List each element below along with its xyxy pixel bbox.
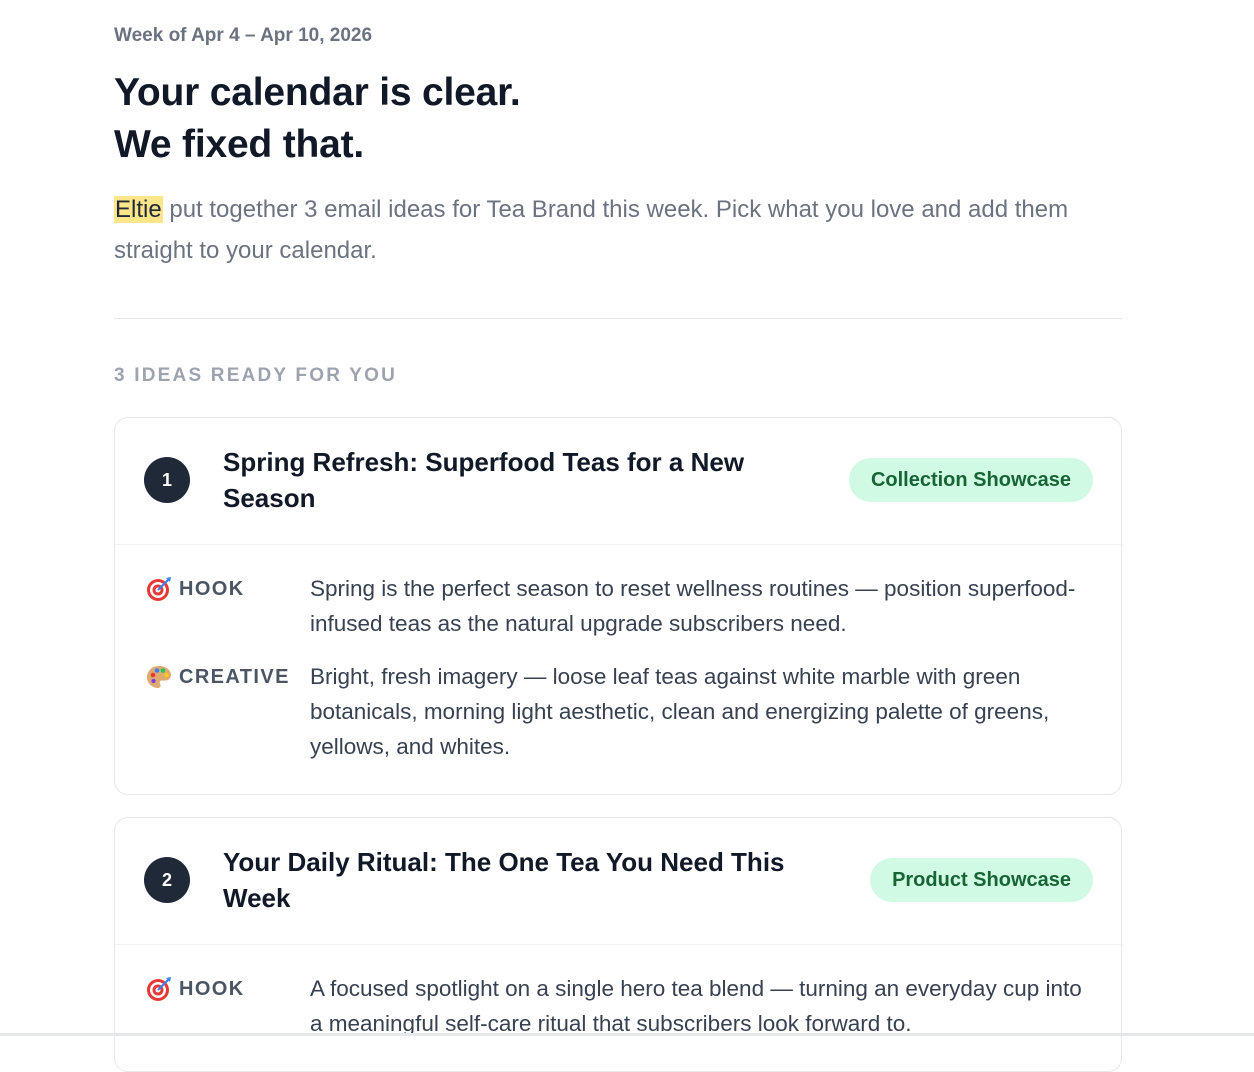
hook-text: Spring is the perfect season to reset we… (310, 576, 1076, 636)
week-range: Week of Apr 4 – Apr 10, 2026 (114, 25, 373, 46)
hook-text: A focused spotlight on a single hero tea… (310, 976, 1082, 1036)
idea-card-body: HOOK A focused spotlight on a single her… (115, 945, 1121, 1071)
idea-title: Spring Refresh: Superfood Teas for a New… (223, 447, 745, 513)
section-label: 3 IDEAS READY FOR YOU (114, 365, 398, 386)
hook-row: HOOK A focused spotlight on a single her… (144, 971, 1093, 1041)
brand-name-highlight: Eltie (114, 196, 163, 223)
target-icon (144, 574, 174, 604)
divider (114, 318, 1122, 319)
idea-title: Your Daily Ritual: The One Tea You Need … (223, 847, 785, 913)
creative-text: Bright, fresh imagery — loose leaf teas … (310, 664, 1050, 759)
hook-label: HOOK (144, 974, 310, 1004)
idea-number-badge: 2 (144, 857, 190, 903)
hook-label-text: HOOK (179, 577, 245, 600)
page-headline: Your calendar is clear. We fixed that. (114, 67, 1122, 171)
headline-line-1: Your calendar is clear. (114, 71, 521, 114)
intro-text: Eltie put together 3 email ideas for Tea… (114, 189, 1122, 271)
target-icon (144, 974, 174, 1004)
idea-card-header: 2 Your Daily Ritual: The One Tea You Nee… (115, 818, 1121, 945)
idea-card-1[interactable]: 1 Spring Refresh: Superfood Teas for a N… (114, 417, 1122, 795)
hook-row: HOOK Spring is the perfect season to res… (144, 571, 1093, 641)
hook-label: HOOK (144, 574, 310, 604)
creative-label-text: CREATIVE (179, 665, 290, 688)
headline-line-2: We fixed that. (114, 123, 365, 166)
idea-card-header: 1 Spring Refresh: Superfood Teas for a N… (115, 418, 1121, 545)
email-ideas-page: Week of Apr 4 – Apr 10, 2026 Your calend… (114, 0, 1122, 1072)
idea-type-tag: Product Showcase (870, 858, 1093, 902)
creative-row: CREATIVE Bright, fresh imagery — loose l… (144, 659, 1093, 764)
idea-number-badge: 1 (144, 457, 190, 503)
intro-body: put together 3 email ideas for Tea Brand… (114, 196, 1069, 264)
creative-label: CREATIVE (144, 662, 310, 692)
idea-card-body: HOOK Spring is the perfect season to res… (115, 545, 1121, 794)
hook-label-text: HOOK (179, 977, 245, 1000)
idea-type-tag: Collection Showcase (848, 458, 1093, 502)
palette-icon (144, 662, 174, 692)
